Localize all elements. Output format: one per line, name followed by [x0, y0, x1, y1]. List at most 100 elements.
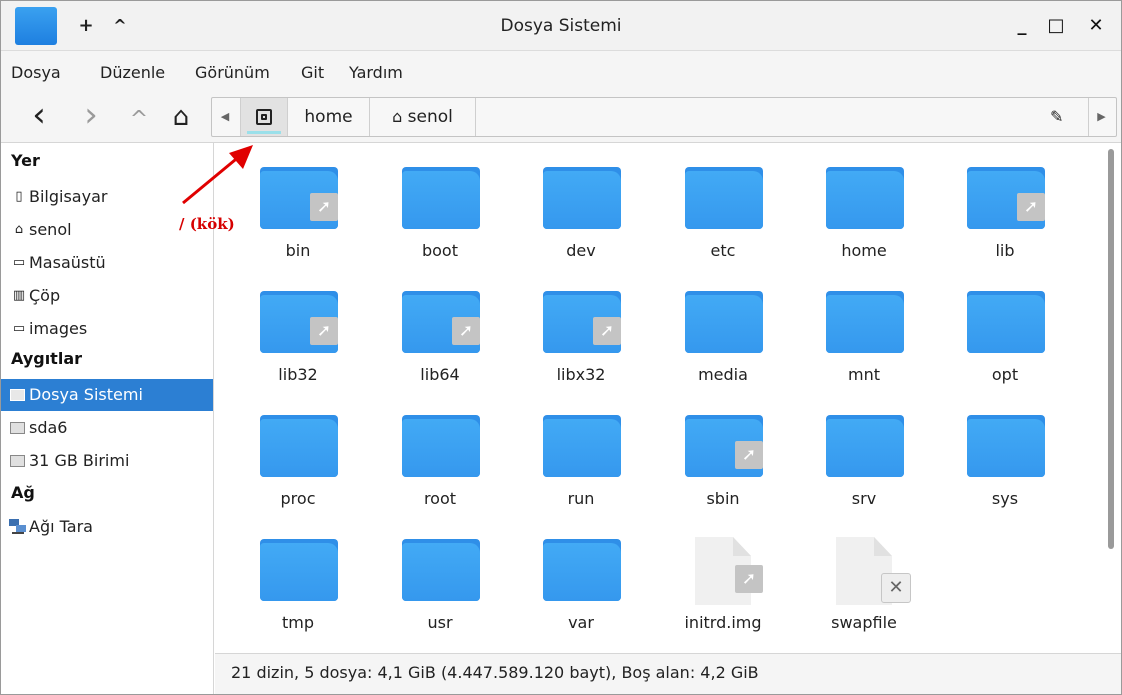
status-bar: 21 dizin, 5 dosya: 4,1 GiB (4.447.589.12…	[215, 653, 1121, 694]
symlink-arrow-icon: ➚	[452, 317, 480, 345]
symlink-arrow-icon: ➚	[735, 441, 763, 469]
file-item[interactable]: home	[809, 145, 909, 260]
file-item[interactable]: opt	[950, 269, 1050, 384]
scrollbar-thumb[interactable]	[1108, 149, 1114, 549]
sidebar-item-label: senol	[29, 220, 72, 239]
file-name: usr	[427, 613, 453, 632]
sidebar-item-images[interactable]: ▭ images	[1, 313, 213, 345]
edit-path-icon[interactable]: ✎	[1050, 98, 1063, 136]
sidebar-item-browse-network[interactable]: Ağı Tara	[1, 511, 213, 543]
path-bar: ◀ home ⌂ senol ✎ ▶	[211, 97, 1117, 137]
sidebar-item-desktop[interactable]: ▭ Masaüstü	[1, 247, 213, 279]
file-item[interactable]: ➚ lib32	[243, 269, 343, 384]
file-name: media	[698, 365, 748, 384]
folder-icon	[543, 167, 621, 229]
drive-icon	[10, 455, 25, 467]
back-button[interactable]: ‹	[23, 98, 55, 134]
file-item[interactable]: ➚ lib64	[385, 269, 485, 384]
file-grid: ➚ bin boot dev etc home ➚ lib ➚ lib32 ➚ lib64 ➚ libx3…	[215, 143, 1103, 653]
file-name: proc	[280, 489, 316, 508]
path-scroll-right-icon[interactable]: ▶	[1088, 98, 1114, 136]
close-button[interactable]: ✕	[1081, 11, 1111, 41]
file-item[interactable]: tmp	[243, 517, 343, 632]
file-item[interactable]: dev	[526, 145, 626, 260]
sidebar-item-trash[interactable]: ▥ Çöp	[1, 280, 213, 312]
file-name: sys	[991, 489, 1019, 508]
symlink-arrow-icon: ➚	[310, 193, 338, 221]
window-title: Dosya Sistemi	[500, 16, 622, 36]
forward-button[interactable]: ›	[75, 98, 107, 134]
file-name: sbin	[706, 489, 740, 508]
folder-icon	[402, 539, 480, 601]
up-button[interactable]: ^	[123, 100, 155, 134]
menu-bar: Dosya Düzenle Görünüm Git Yardım	[1, 51, 1121, 92]
file-item[interactable]: sys	[950, 393, 1050, 508]
sidebar-item-label: Dosya Sistemi	[29, 385, 143, 404]
file-item[interactable]: usr	[385, 517, 485, 632]
active-crumb-indicator	[247, 131, 281, 134]
file-name: initrd.img	[684, 613, 762, 632]
sidebar-item-label: Ağı Tara	[29, 517, 93, 536]
folder-icon	[826, 167, 904, 229]
crumb-home[interactable]: home	[288, 98, 370, 136]
folder-icon	[402, 415, 480, 477]
sidebar-header-network: Ağ	[11, 483, 35, 502]
crumb-root[interactable]	[240, 98, 288, 136]
path-scroll-left-icon[interactable]: ◀	[212, 98, 238, 136]
broken-link-icon: ✕	[881, 573, 911, 603]
folder-icon	[260, 539, 338, 601]
file-item[interactable]: ➚ lib	[950, 145, 1050, 260]
network-icon	[9, 519, 26, 534]
minimize-button[interactable]: _	[1007, 11, 1037, 41]
file-name: lib32	[278, 365, 318, 384]
file-item[interactable]: srv	[809, 393, 909, 508]
home-icon: ⌂	[172, 102, 190, 132]
file-item[interactable]: etc	[668, 145, 768, 260]
menu-edit[interactable]: Düzenle	[100, 51, 165, 92]
file-item[interactable]: ✕ swapfile	[809, 517, 911, 632]
folder-icon	[402, 167, 480, 229]
symlink-arrow-icon: ➚	[310, 317, 338, 345]
file-item[interactable]: mnt	[809, 269, 909, 384]
symlink-arrow-icon: ➚	[1017, 193, 1045, 221]
file-name: home	[841, 241, 887, 260]
menu-help[interactable]: Yardım	[349, 51, 403, 92]
maximize-button[interactable]: □	[1041, 11, 1071, 41]
drive-icon	[256, 109, 272, 125]
folder-icon	[260, 415, 338, 477]
home-button[interactable]: ⌂	[165, 100, 197, 134]
folder-icon	[826, 291, 904, 353]
file-name: mnt	[848, 365, 880, 384]
file-item[interactable]: ➚ libx32	[526, 269, 626, 384]
file-name: libx32	[556, 365, 606, 384]
file-name: swapfile	[831, 613, 897, 632]
menu-view[interactable]: Görünüm	[195, 51, 270, 92]
crumb-senol[interactable]: ⌂ senol	[370, 98, 476, 136]
file-item[interactable]: var	[526, 517, 626, 632]
folder-icon	[826, 415, 904, 477]
sidebar-item-label: sda6	[29, 418, 68, 437]
file-item[interactable]: media	[668, 269, 768, 384]
file-item[interactable]: proc	[243, 393, 343, 508]
menu-go[interactable]: Git	[301, 51, 324, 92]
file-name: tmp	[281, 613, 314, 632]
file-name: run	[567, 489, 595, 508]
file-item[interactable]: run	[526, 393, 626, 508]
vertical-scrollbar[interactable]	[1103, 143, 1121, 653]
sidebar-item-sda6[interactable]: sda6	[1, 412, 213, 444]
sidebar-item-31gb-volume[interactable]: 31 GB Birimi	[1, 445, 213, 477]
root-annotation-label: / (kök)	[179, 215, 235, 233]
menu-file[interactable]: Dosya	[11, 51, 61, 92]
file-item[interactable]: ➚ initrd.img	[668, 517, 768, 632]
file-item[interactable]: root	[385, 393, 485, 508]
file-name: etc	[710, 241, 736, 260]
sidebar-header-places: Yer	[11, 151, 40, 170]
file-manager-window: + ^ Dosya Sistemi _ □ ✕ Dosya Düzenle Gö…	[0, 0, 1122, 695]
drive-icon	[10, 422, 25, 434]
toolbar: ‹ › ^ ⌂ ◀ home ⌂ senol ✎ ▶	[1, 92, 1121, 143]
file-item[interactable]: ➚ sbin	[668, 393, 768, 508]
file-item[interactable]: boot	[385, 145, 485, 260]
sidebar-item-filesystem[interactable]: Dosya Sistemi	[1, 379, 213, 411]
sidebar-item-label: Masaüstü	[29, 253, 106, 272]
drive-icon	[10, 389, 25, 401]
